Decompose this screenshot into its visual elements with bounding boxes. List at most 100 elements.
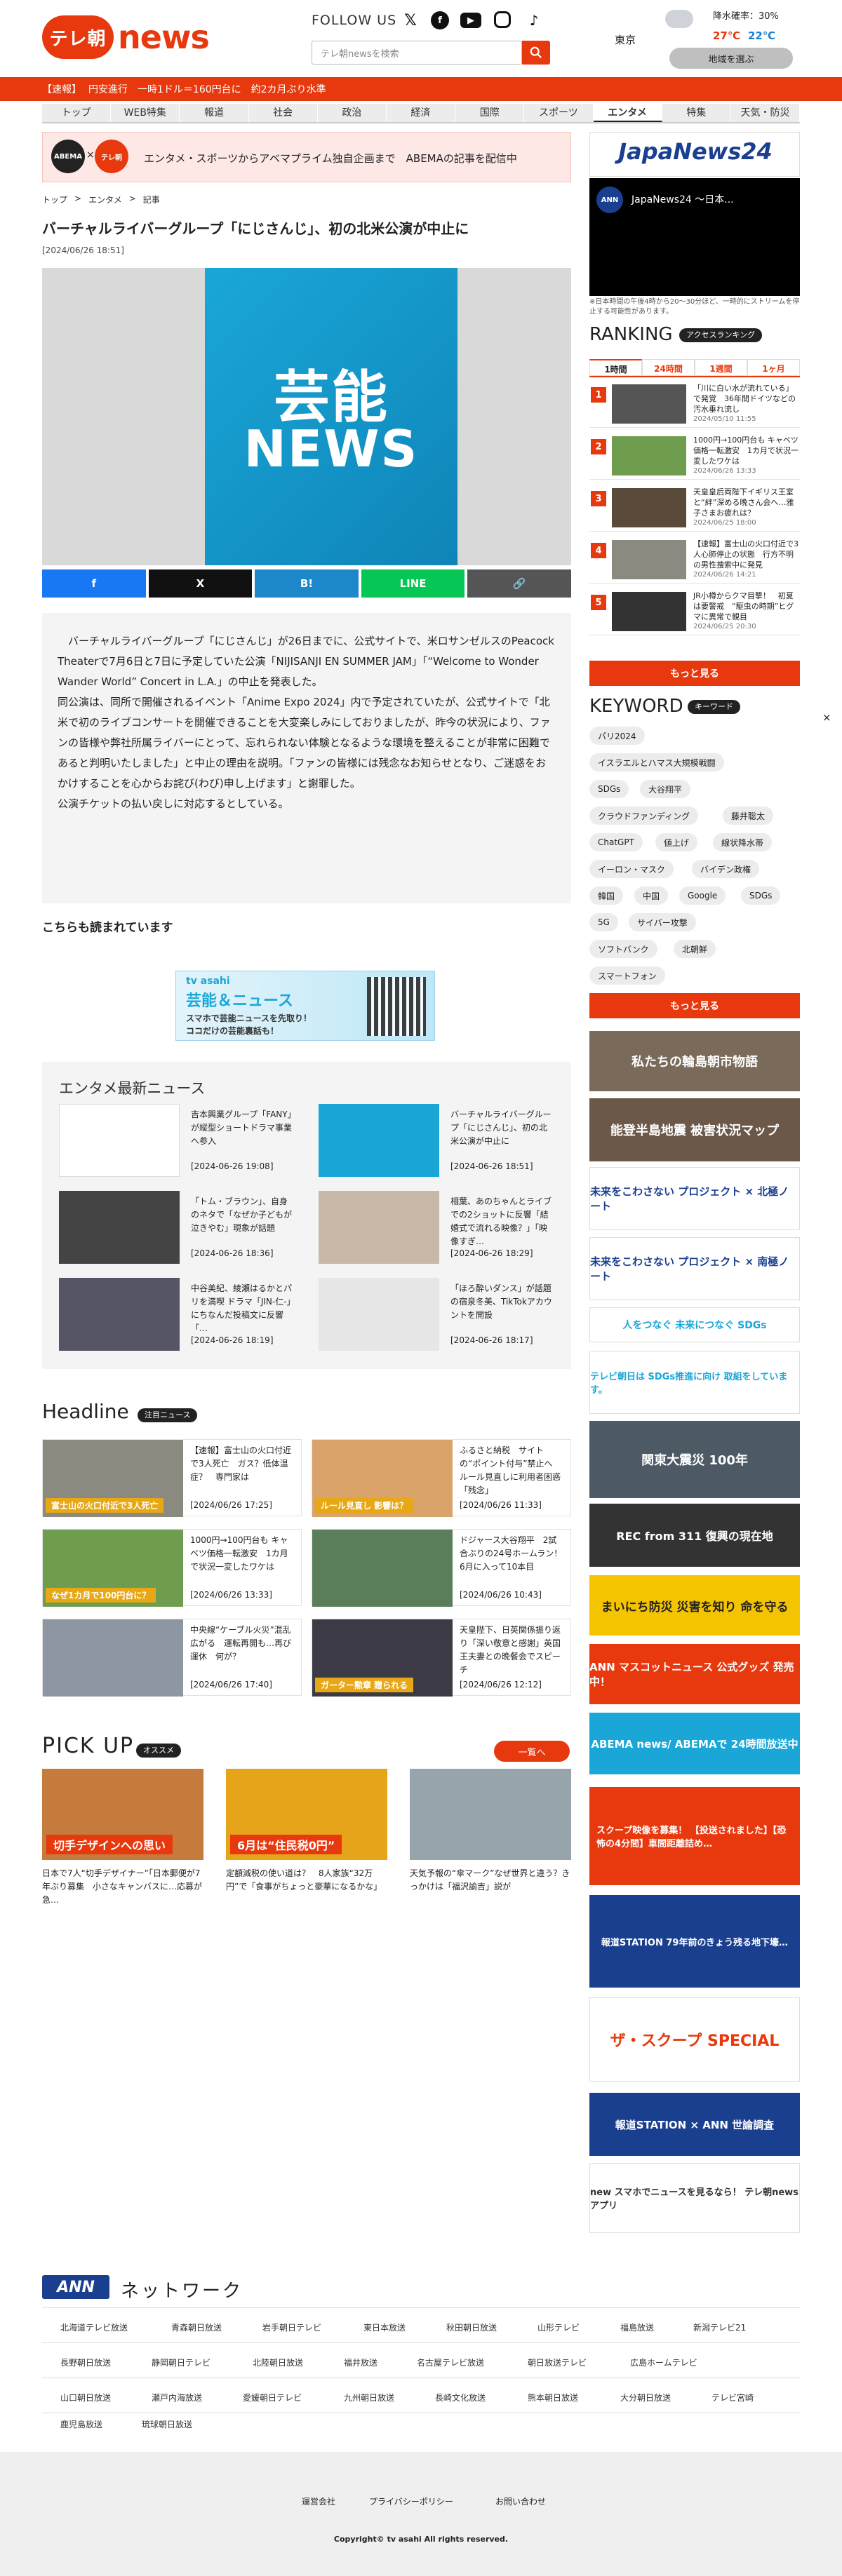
kanto-quake-banner[interactable]: 関東大震災 100年 [589,1421,800,1498]
bousai-banner[interactable]: まいにち防災 災害を知り 命を守る [589,1575,800,1636]
share-x-button[interactable]: X [148,569,253,598]
keyword-tag[interactable]: 値上げ [655,833,698,851]
keyword-tag[interactable]: パリ2024 [589,727,645,745]
japanews24-video[interactable]: ANN JapaNews24 〜日本... [589,178,800,296]
nav-item-web[interactable]: WEB特集 [111,104,180,122]
ranking-item[interactable]: 2 1000円→100円台も キャベツ価格一転激安 1カ月で状況一変したワケは … [589,431,800,480]
sdgs-banner[interactable]: 人をつなぐ 未来につなぐ SDGs [589,1307,800,1342]
keyword-tag[interactable]: スマートフォン [589,966,665,985]
keyword-tag[interactable]: 5G [589,913,618,931]
headline-item[interactable]: ドジャース大谷翔平 2試合ぶりの24号ホームラン！ 6月に入って10本目 [20… [312,1529,571,1607]
network-link[interactable]: 朝日放送テレビ [528,2356,587,2368]
crumb-entame[interactable]: エンタメ [88,194,122,205]
network-link[interactable]: 瀬戸内海放送 [152,2392,202,2403]
keyword-tag[interactable]: ソフトバンク [589,940,657,958]
the-scoop-banner[interactable]: ザ・スクープ SPECIAL [589,1997,800,2082]
ranking-more-button[interactable]: もっと見る [589,661,800,686]
keyword-tag[interactable]: イスラエルとハマス大規模戦闘 [589,753,724,771]
pickup-item[interactable]: 切手デザインへの思い 日本で7人“切手デザイナー”「日本郵便が7年ぶり募集 小さ… [42,1769,203,1909]
headline-item[interactable]: 中央線“ケーブル火災”混乱広がる 運転再開も…再び運休 何が？ [2024/06… [42,1619,302,1697]
scoop-video-banner[interactable]: スクープ映像を募集！ 【投送されました】【恐怖の4分間】車間距離詰め… [589,1787,800,1885]
headline-item[interactable]: なぜ1カ月で100円台に？ 1000円→100円台も キャベツ価格一転激安 1カ… [42,1529,302,1607]
news-app-banner[interactable]: new スマホでニュースを見るなら！ テレ朝newsアプリ [589,2163,800,2233]
headline-item[interactable]: 富士山の火口付近で3人死亡 【速報】富士山の火口付近で3人死亡 ガス？低体温症？… [42,1439,302,1517]
noto-map-banner[interactable]: 能登半島地震 被害状況マップ [589,1098,800,1161]
network-link[interactable]: 山形テレビ [537,2321,580,2333]
nav-item-entame[interactable]: エンタメ [593,104,662,122]
houdou-station-banner[interactable]: 報道STATION 79年前のきょう残る地下壕… [589,1895,800,1988]
abema-promo[interactable]: ABEMA × テレ朝 エンタメ・スポーツからアベマプライム独自企画まで ABE… [42,132,571,182]
search-button[interactable] [522,41,550,65]
nav-item-economy[interactable]: 経済 [387,104,456,122]
tiktok-icon[interactable]: ♪ [525,11,543,29]
network-link[interactable]: 広島ホームテレビ [630,2356,697,2368]
search-input[interactable]: テレ朝newsを検索 [312,41,522,65]
keyword-tag[interactable]: 線状降水帯 [713,833,773,851]
copy-link-button[interactable]: 🔗 [467,569,571,598]
keyword-tag[interactable]: 大谷翔平 [640,780,691,798]
network-link[interactable]: 東日本放送 [363,2321,406,2333]
keyword-tag[interactable]: 中国 [634,886,669,905]
network-link[interactable]: 北海道テレビ放送 [60,2321,128,2333]
network-link[interactable]: 秋田朝日放送 [446,2321,497,2333]
list-item[interactable]: 「ほろ酔いダンス」が話題の宿泉冬美、TikTokアカウントを開設 [2024-0… [302,1278,554,1351]
network-link[interactable]: 青森朝日放送 [171,2321,222,2333]
network-link[interactable]: 長野朝日放送 [60,2356,111,2368]
network-link[interactable]: テレビ宮崎 [711,2392,754,2403]
headline-item[interactable]: ガーター勲章 贈られる 天皇陛下、日英関係振り返り「深い敬意と感謝」英国王夫妻と… [312,1619,571,1697]
network-link[interactable]: 山口朝日放送 [60,2392,111,2403]
keyword-tag[interactable]: サイバー攻撃 [629,913,696,931]
keyword-tag[interactable]: 韓国 [589,886,624,905]
footer-link-privacy[interactable]: プライバシーポリシー [369,2495,453,2507]
network-link[interactable]: 長崎文化放送 [435,2392,486,2403]
nav-item-international[interactable]: 国際 [455,104,525,122]
tab-24hour[interactable]: 24時間 [642,359,695,376]
breaking-text[interactable]: 円安進行 一時1ドル＝160円台に 約2カ月ぶり水準 [88,82,326,96]
network-link[interactable]: 愛媛朝日テレビ [243,2392,302,2403]
ranking-item[interactable]: 3 天皇皇后両陛下イギリス王室と“絆”深める晩さん会へ…雅子さまお疲れは？ 20… [589,483,800,532]
nav-item-weather[interactable]: 天気・防災 [731,104,801,122]
logo-pill[interactable]: テレ朝 [42,15,114,59]
network-link[interactable]: 九州朝日放送 [344,2392,394,2403]
network-link[interactable]: 琉球朝日放送 [142,2418,192,2430]
network-link[interactable]: 大分朝日放送 [620,2392,671,2403]
share-facebook-button[interactable]: f [42,569,146,598]
mascot-goods-banner[interactable]: ANN マスコットニュース 公式グッズ 発売中！ [589,1644,800,1704]
japanews24-logo[interactable]: JapaNews24 [589,132,800,177]
keyword-tag[interactable]: SDGs [589,780,629,798]
breaking-news-bar[interactable]: 【速報】 円安進行 一時1ドル＝160円台に 約2カ月ぶり水準 [0,77,842,101]
ranking-item[interactable]: 4 【速報】富士山の火口付近で3人心肺停止の状態 行方不明の男性捜索中に発見 2… [589,534,800,584]
network-link[interactable]: 名古屋テレビ放送 [417,2356,484,2368]
network-link[interactable]: 岩手朝日テレビ [262,2321,321,2333]
keyword-tag[interactable]: SDGs [741,886,781,905]
ann-logo[interactable]: ANN [42,2275,109,2299]
keyword-tag[interactable]: 北朝鮮 [674,940,716,958]
rec311-banner[interactable]: REC from 311 復興の現在地 [589,1504,800,1567]
keyword-tag[interactable]: バイデン政権 [692,860,760,878]
tab-1hour[interactable]: 1時間 [589,359,642,376]
close-icon[interactable]: × [822,711,831,724]
nav-item-sports[interactable]: スポーツ [524,104,594,122]
keyword-more-button[interactable]: もっと見る [589,993,800,1018]
share-line-button[interactable]: LINE [361,569,465,598]
geinou-app-banner[interactable]: tv asahi 芸能＆ニュース スマホで芸能ニュースを先取り！ ココだけの芸能… [175,971,435,1041]
share-hatena-button[interactable]: B! [255,569,359,598]
keyword-tag[interactable]: ChatGPT [589,833,643,851]
facebook-icon[interactable]: f [431,11,449,29]
x-social-icon[interactable]: 𝕏 [401,11,420,29]
list-item[interactable]: 相葉、あのちゃんとライブでの2ショットに反響「結婚式で流れる映像？」「映像すぎ…… [302,1191,554,1264]
area-select-button[interactable]: 地域を選ぶ [669,48,793,69]
ranking-item[interactable]: 5 JR小樽からクマ目撃！ 初夏は要警戒 “駆虫の時期”ヒグマに異常で親目 20… [589,586,800,635]
nav-item-society[interactable]: 社会 [249,104,318,122]
antarctic-note-banner[interactable]: 未来をこわさない プロジェクト × 南極ノート [589,1237,800,1300]
crumb-top[interactable]: トップ [42,194,67,205]
list-item[interactable]: 中谷美紀、綾瀬はるかとパリを満喫 ドラマ「JIN-仁-」にちなんだ投稿文に反響「… [42,1278,295,1351]
logo-text[interactable]: news [118,18,210,56]
keyword-tag[interactable]: 藤井聡太 [723,807,774,825]
network-link[interactable]: 鹿児島放送 [60,2418,102,2430]
poll-banner[interactable]: 報道STATION × ANN 世論調査 [589,2093,800,2156]
wajima-banner[interactable]: 私たちの輪島朝市物語 [589,1031,800,1091]
nav-item-feature[interactable]: 特集 [662,104,731,122]
headline-item[interactable]: ルール見直し 影響は？ ふるさと納税 サイトの“ポイント付与”禁止へ ルール見直… [312,1439,571,1517]
tab-1month[interactable]: 1ヶ月 [747,359,800,376]
